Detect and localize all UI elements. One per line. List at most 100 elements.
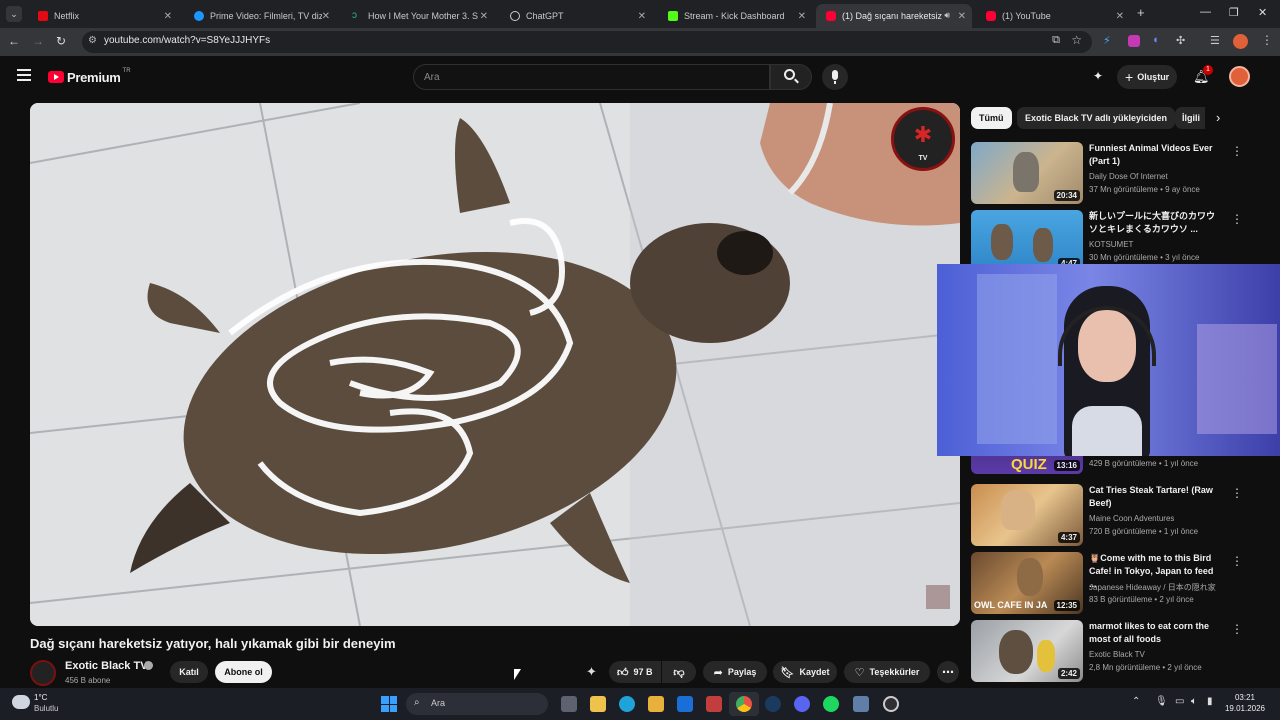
windows-start-icon[interactable]: [381, 696, 397, 712]
channel-avatar[interactable]: [30, 660, 56, 686]
maximize-icon[interactable]: ❐: [1229, 6, 1239, 19]
site-info-icon[interactable]: ⚙︎: [88, 35, 97, 46]
clock-date[interactable]: 19.01.2026: [1221, 704, 1269, 713]
mail-icon[interactable]: [677, 696, 693, 712]
app-icon[interactable]: [706, 696, 722, 712]
tab-current-video[interactable]: (1) Dağ sıçanı hareketsiz ya 🔊︎ ✕: [816, 4, 972, 28]
list-item[interactable]: OWL CAFE IN JA 12:35 🦉Come with me to th…: [971, 552, 1261, 616]
clock-time[interactable]: 03:21: [1221, 693, 1269, 702]
video-thumbnail[interactable]: 20:34: [971, 142, 1083, 204]
subscribe-button[interactable]: Abone ol: [215, 661, 272, 683]
tab-youtube-home[interactable]: (1) YouTube ✕: [976, 4, 1130, 28]
url-text[interactable]: youtube.com/watch?v=S8YeJJJHYFs: [104, 35, 270, 46]
chips-next-icon[interactable]: ›: [1216, 110, 1220, 125]
back-icon[interactable]: ←: [8, 34, 20, 48]
rec-channel[interactable]: Japanese Hideaway / 日本の隠れ家: [1089, 582, 1216, 593]
close-icon[interactable]: ✕: [958, 11, 966, 22]
extension-icon[interactable]: ⚡: [1103, 35, 1115, 47]
forward-icon[interactable]: →: [32, 34, 44, 48]
notifications-button[interactable]: 🔔︎ 1: [1193, 65, 1213, 86]
rec-channel[interactable]: Exotic Black TV: [1089, 650, 1145, 659]
close-icon[interactable]: ✕: [164, 11, 172, 22]
rec-title[interactable]: marmot likes to eat corn the most of all…: [1089, 620, 1223, 646]
rec-title[interactable]: 新しいプールに大喜びのカワウソとキレまくるカワウソ ...: [1089, 210, 1223, 236]
steam-icon[interactable]: [765, 696, 781, 712]
more-options-icon[interactable]: ⋮: [1231, 212, 1243, 226]
extension-icon[interactable]: ◖: [1152, 34, 1159, 46]
browser-menu-icon[interactable]: ⋮: [1261, 33, 1273, 47]
more-actions-button[interactable]: ⋯: [937, 661, 959, 683]
list-item[interactable]: 20:34 Funniest Animal Videos Ever (Part …: [971, 142, 1261, 206]
speaker-icon[interactable]: 🔊︎: [944, 10, 950, 21]
premium-sparkle-icon[interactable]: ✦: [586, 664, 597, 680]
premium-badge-icon[interactable]: ✦: [1093, 69, 1107, 83]
profile-avatar[interactable]: [1233, 34, 1248, 49]
list-item[interactable]: 2:42 marmot likes to eat corn the most o…: [971, 620, 1261, 684]
install-icon[interactable]: ⧉: [1052, 34, 1060, 47]
task-view-icon[interactable]: [561, 696, 577, 712]
video-thumbnail[interactable]: OWL CAFE IN JA 12:35: [971, 552, 1083, 614]
channel-name[interactable]: Exotic Black TV: [65, 660, 148, 672]
video-player[interactable]: ✱ TV: [30, 103, 960, 626]
more-options-icon[interactable]: ⋮: [1231, 622, 1243, 636]
app-icon[interactable]: [853, 696, 869, 712]
thanks-button[interactable]: ♡ Teşekkürler: [844, 661, 930, 683]
close-icon[interactable]: ✕: [638, 11, 646, 22]
bookmark-star-icon[interactable]: ☆: [1071, 33, 1082, 47]
close-icon[interactable]: ✕: [798, 11, 806, 22]
chip-all[interactable]: Tümü: [971, 107, 1012, 129]
save-button[interactable]: 🔖︎ Kaydet: [773, 661, 837, 683]
rec-title[interactable]: Funniest Animal Videos Ever (Part 1): [1089, 142, 1223, 168]
rec-channel[interactable]: Maine Coon Adventures: [1089, 514, 1174, 523]
create-button[interactable]: + Oluştur: [1117, 65, 1177, 89]
reload-icon[interactable]: ↻: [56, 34, 66, 48]
close-icon[interactable]: ✕: [480, 11, 488, 22]
extensions-puzzle-icon[interactable]: ✣: [1176, 34, 1185, 47]
microphone-icon[interactable]: 🎙︎: [1155, 696, 1168, 707]
video-thumbnail[interactable]: 4:47: [971, 210, 1083, 272]
close-icon[interactable]: ✕: [1116, 11, 1124, 22]
new-tab-icon[interactable]: +: [1137, 6, 1145, 20]
close-icon[interactable]: ✕: [322, 11, 330, 22]
dislike-button[interactable]: 👎︎: [662, 661, 696, 683]
video-thumbnail[interactable]: 4:37: [971, 484, 1083, 546]
tab-search-icon[interactable]: ⌄: [6, 6, 22, 22]
account-avatar[interactable]: [1229, 66, 1250, 87]
share-button[interactable]: ➦ Paylaş: [703, 661, 767, 683]
voice-search-button[interactable]: [822, 64, 848, 90]
youtube-logo[interactable]: Premium TR: [48, 68, 131, 86]
tab-kick[interactable]: Stream - Kick Dashboard ✕: [658, 4, 812, 28]
tab-netflix[interactable]: Netflix ✕: [28, 4, 178, 28]
taskbar-search[interactable]: ⌕ Ara: [406, 693, 548, 715]
search-button[interactable]: [770, 64, 812, 90]
tab-chatgpt[interactable]: ChatGPT ✕: [500, 4, 652, 28]
extension-icon[interactable]: [1128, 35, 1140, 47]
list-item[interactable]: 4:37 Cat Tries Steak Tartare! (Raw Beef)…: [971, 484, 1261, 548]
edge-icon[interactable]: [619, 696, 635, 712]
window-close-icon[interactable]: ✕: [1258, 6, 1267, 19]
more-options-icon[interactable]: ⋮: [1231, 554, 1243, 568]
reading-list-icon[interactable]: ☰: [1210, 34, 1220, 47]
search-input[interactable]: Ara: [413, 64, 770, 90]
weather-icon[interactable]: [12, 695, 30, 709]
tab-himym[interactable]: ↄ How I Met Your Mother 3. Sezo ✕: [342, 4, 494, 28]
spotify-icon[interactable]: [823, 696, 839, 712]
obs-icon[interactable]: [883, 696, 899, 712]
join-button[interactable]: Katıl: [170, 661, 208, 683]
discord-icon[interactable]: [794, 696, 810, 712]
rec-channel[interactable]: KOTSUMET: [1089, 240, 1133, 249]
hamburger-menu-icon[interactable]: [17, 69, 31, 81]
like-button[interactable]: 👍︎ 97 B: [609, 661, 661, 683]
more-options-icon[interactable]: ⋮: [1231, 486, 1243, 500]
endscreen-icon[interactable]: [926, 585, 950, 609]
chip-related[interactable]: İlgili: [1175, 107, 1205, 129]
video-thumbnail[interactable]: 2:42: [971, 620, 1083, 682]
rec-title[interactable]: Cat Tries Steak Tartare! (Raw Beef): [1089, 484, 1223, 510]
rec-channel[interactable]: Daily Dose Of Internet: [1089, 172, 1168, 181]
chip-from-uploader[interactable]: Exotic Black TV adlı yükleyiciden: [1017, 107, 1176, 129]
more-options-icon[interactable]: ⋮: [1231, 144, 1243, 158]
tray-chevron-icon[interactable]: ⌃: [1132, 696, 1140, 707]
store-icon[interactable]: [648, 696, 664, 712]
minimize-icon[interactable]: —: [1200, 6, 1211, 18]
channel-watermark[interactable]: ✱ TV: [891, 107, 955, 171]
